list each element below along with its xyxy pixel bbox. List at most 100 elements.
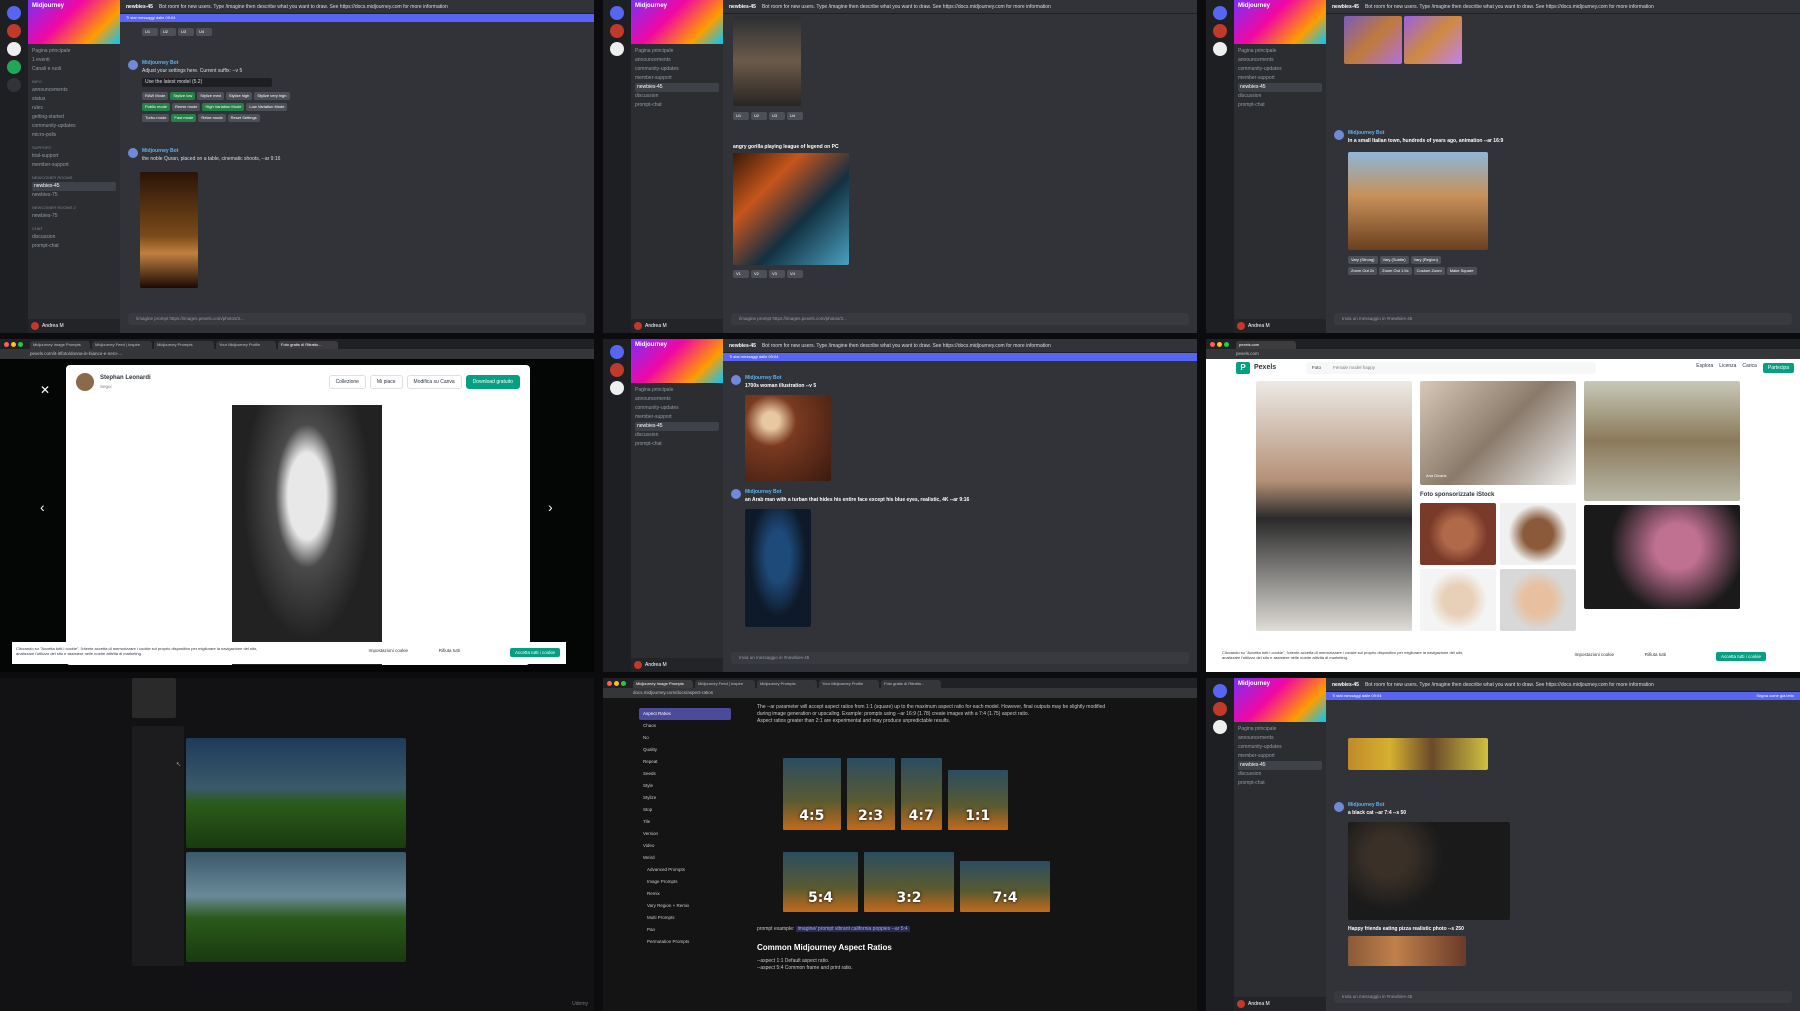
portrait-photo[interactable]: [232, 405, 382, 665]
user-panel[interactable]: Andrea M: [631, 319, 723, 333]
raw-mode-button[interactable]: RAW Mode: [142, 92, 169, 100]
channel-item[interactable]: prompt-chat: [32, 242, 116, 251]
croissant-image[interactable]: [1344, 16, 1402, 64]
server-name[interactable]: Midjourney: [635, 342, 667, 348]
user-panel[interactable]: Andrea M: [1234, 997, 1326, 1011]
channel-category[interactable]: NEWCOMER ROOMS 2: [32, 203, 116, 212]
channel-category[interactable]: SUPPORT: [32, 143, 116, 152]
photo-laptop-woman[interactable]: [1420, 381, 1576, 485]
minimize-window-icon[interactable]: [614, 681, 619, 686]
channel-item[interactable]: Canali e ruoli: [32, 65, 116, 74]
channel-item[interactable]: Pagina principale: [1238, 725, 1322, 734]
midjourney-server-icon[interactable]: [7, 42, 21, 56]
public-mode-button[interactable]: Public mode: [142, 103, 171, 111]
server-icon[interactable]: [610, 363, 624, 377]
join-button[interactable]: Partecipa: [1762, 363, 1794, 373]
next-photo-icon[interactable]: ›: [548, 499, 553, 515]
channel-item[interactable]: member-support: [635, 74, 719, 83]
discord-home-icon[interactable]: [610, 6, 624, 20]
channel-item-active[interactable]: newbies-45: [635, 83, 719, 92]
browser-tab[interactable]: Midjourney Feed | Inspire: [92, 341, 152, 349]
docs-sidebar-item[interactable]: Weird: [639, 852, 731, 864]
docs-sidebar-item[interactable]: No: [639, 732, 731, 744]
channel-item[interactable]: announcements: [1238, 734, 1322, 743]
channel-item[interactable]: newbies-75: [32, 212, 116, 221]
stylize-low-button[interactable]: Stylize low: [170, 92, 196, 100]
turban-men-image[interactable]: [733, 16, 801, 106]
black-cat-grid[interactable]: [1348, 822, 1510, 920]
channel-item[interactable]: Pagina principale: [635, 47, 719, 56]
channel-item[interactable]: community-updates: [1238, 65, 1322, 74]
channel-item[interactable]: discussion: [635, 92, 719, 101]
browser-tab[interactable]: Midjourney Image Prompts: [30, 341, 90, 349]
photo-sponsored-2[interactable]: [1500, 503, 1576, 565]
maximize-window-icon[interactable]: [621, 681, 626, 686]
docs-sidebar-item[interactable]: Style: [639, 780, 731, 792]
channel-item[interactable]: member-support: [32, 161, 116, 170]
channel-item[interactable]: micro-polls: [32, 131, 116, 140]
u4-button[interactable]: U4: [196, 28, 212, 36]
vary-region-button[interactable]: Vary (Region): [1410, 256, 1441, 264]
u2-button[interactable]: U2: [160, 28, 176, 36]
channel-item[interactable]: 1 eventi: [32, 56, 116, 65]
server-name[interactable]: Midjourney: [635, 3, 667, 9]
channel-item[interactable]: prompt-chat: [1238, 101, 1322, 110]
minimize-window-icon[interactable]: [1217, 342, 1222, 347]
v4-button[interactable]: V4: [787, 270, 803, 278]
discord-home-icon[interactable]: [7, 6, 21, 20]
relax-mode-button[interactable]: Relax mode: [198, 114, 226, 122]
accept-cookies-button[interactable]: Accetta tutti i cookie: [509, 648, 560, 657]
pexels-logo-text[interactable]: Pexels: [1254, 364, 1276, 371]
author-avatar[interactable]: [76, 373, 94, 391]
v2-button[interactable]: V2: [751, 270, 767, 278]
high-variation-button[interactable]: High Variation Mode: [202, 103, 245, 111]
channel-item[interactable]: community-updates: [635, 65, 719, 74]
browser-tab[interactable]: Your Midjourney Profile: [819, 680, 879, 688]
make-square-button[interactable]: Make Square: [1446, 267, 1477, 275]
remix-mode-button[interactable]: Remix mode: [172, 103, 201, 111]
u2-button[interactable]: U2: [751, 112, 767, 120]
v3-button[interactable]: V3: [769, 270, 785, 278]
field-portrait-image-2[interactable]: [186, 852, 406, 962]
docs-sidebar-item[interactable]: Tile: [639, 816, 731, 828]
midjourney-server-icon[interactable]: [610, 381, 624, 395]
previous-image-grid[interactable]: [1348, 738, 1488, 770]
channel-item[interactable]: member-support: [635, 413, 719, 422]
channel-item[interactable]: prompt-chat: [635, 101, 719, 110]
address-bar[interactable]: docs.midjourney.com/docs/aspect-ratios: [603, 688, 1197, 698]
docs-sidebar-item[interactable]: Remix: [639, 888, 731, 900]
channel-item-active[interactable]: newbies-45: [1238, 761, 1322, 770]
message-input[interactable]: /imagine prompt https://images.pexels.co…: [128, 313, 586, 325]
channel-item[interactable]: getting-started: [32, 113, 116, 122]
channel-item[interactable]: rules: [32, 104, 116, 113]
woman-illustration-grid[interactable]: [745, 395, 831, 481]
arab-man-image[interactable]: [745, 509, 811, 627]
discord-home-icon[interactable]: [610, 345, 624, 359]
channel-item[interactable]: prompt-chat: [1238, 779, 1322, 788]
reset-settings-button[interactable]: Reset Settings: [227, 114, 260, 122]
model-select[interactable]: Use the latest model (5.2): [142, 78, 272, 87]
channel-item[interactable]: announcements: [1238, 56, 1322, 65]
maximize-window-icon[interactable]: [18, 342, 23, 347]
close-window-icon[interactable]: [1210, 342, 1215, 347]
custom-zoom-button[interactable]: Custom Zoom: [1413, 267, 1445, 275]
server-name[interactable]: Midjourney: [1238, 3, 1270, 9]
browser-tab-active[interactable]: Midjourney Image Prompts: [633, 680, 693, 688]
channel-item[interactable]: discussion: [32, 233, 116, 242]
channel-item-active[interactable]: newbies-45: [635, 422, 719, 431]
channel-item[interactable]: Pagina principale: [635, 386, 719, 395]
close-window-icon[interactable]: [4, 342, 9, 347]
docs-sidebar-item[interactable]: Image Prompts: [639, 876, 731, 888]
channel-item[interactable]: discussion: [1238, 770, 1322, 779]
channel-item[interactable]: member-support: [1238, 74, 1322, 83]
bot-name[interactable]: Midjourney Bot: [142, 148, 178, 154]
unread-notice[interactable]: Ti stai messaggi dalle 09:04 Segna come g…: [1326, 692, 1800, 700]
message-input[interactable]: Invia un messaggio in #newbies-45: [1334, 313, 1792, 325]
add-server-icon[interactable]: [7, 60, 21, 74]
docs-sidebar-item[interactable]: Quality: [639, 744, 731, 756]
collect-button[interactable]: Collezione: [328, 375, 366, 389]
italian-town-image[interactable]: [1348, 152, 1488, 250]
server-name[interactable]: Midjourney: [1238, 681, 1270, 687]
u3-button[interactable]: U3: [769, 112, 785, 120]
docs-sidebar-item[interactable]: Video: [639, 840, 731, 852]
